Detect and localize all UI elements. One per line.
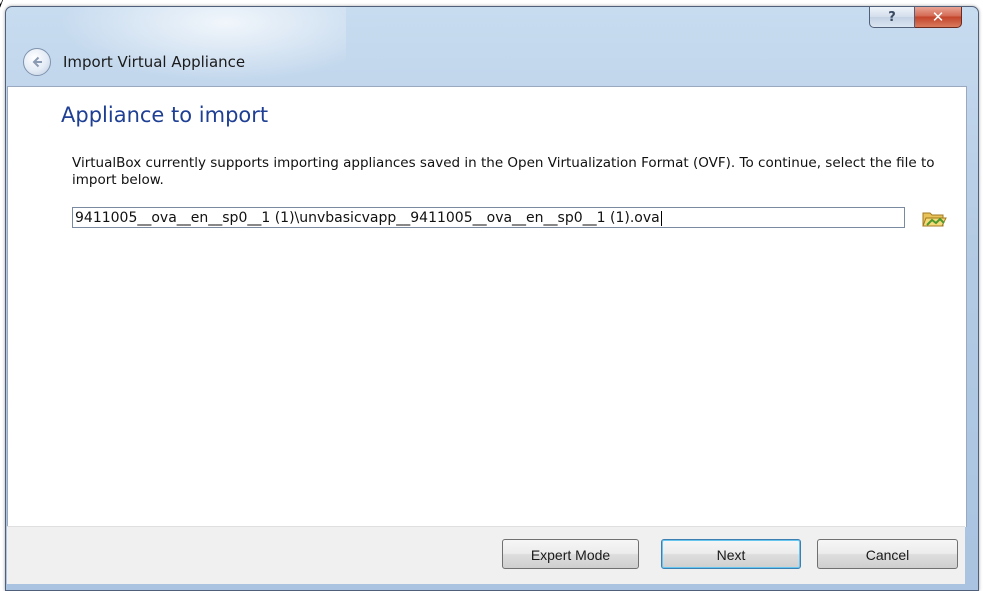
help-icon: ? xyxy=(888,9,896,25)
caption-buttons: ? ✕ xyxy=(869,7,962,29)
wizard-header: Import Virtual Appliance xyxy=(6,39,978,87)
open-file-button[interactable] xyxy=(919,207,949,231)
close-icon: ✕ xyxy=(931,8,945,26)
close-button[interactable]: ✕ xyxy=(915,7,962,28)
description-text: VirtualBox currently supports importing … xyxy=(72,155,935,188)
wizard-title: Import Virtual Appliance xyxy=(63,53,246,71)
back-button[interactable] xyxy=(23,48,51,76)
text-caret xyxy=(660,210,662,226)
background-text: y xyxy=(0,0,5,10)
file-path-value: 9411005__ova__en__sp0__1 (1)\unvbasicvap… xyxy=(75,210,660,226)
folder-open-icon xyxy=(922,212,947,227)
page-title: Appliance to import xyxy=(61,103,269,127)
expert-mode-button[interactable]: Expert Mode xyxy=(502,539,639,569)
next-button[interactable]: Next xyxy=(661,539,801,569)
back-arrow-icon xyxy=(32,56,42,68)
help-button[interactable]: ? xyxy=(869,7,915,28)
file-path-input[interactable]: 9411005__ova__en__sp0__1 (1)\unvbasicvap… xyxy=(72,207,905,228)
cancel-button[interactable]: Cancel xyxy=(817,539,958,569)
wizard-content xyxy=(7,86,967,527)
